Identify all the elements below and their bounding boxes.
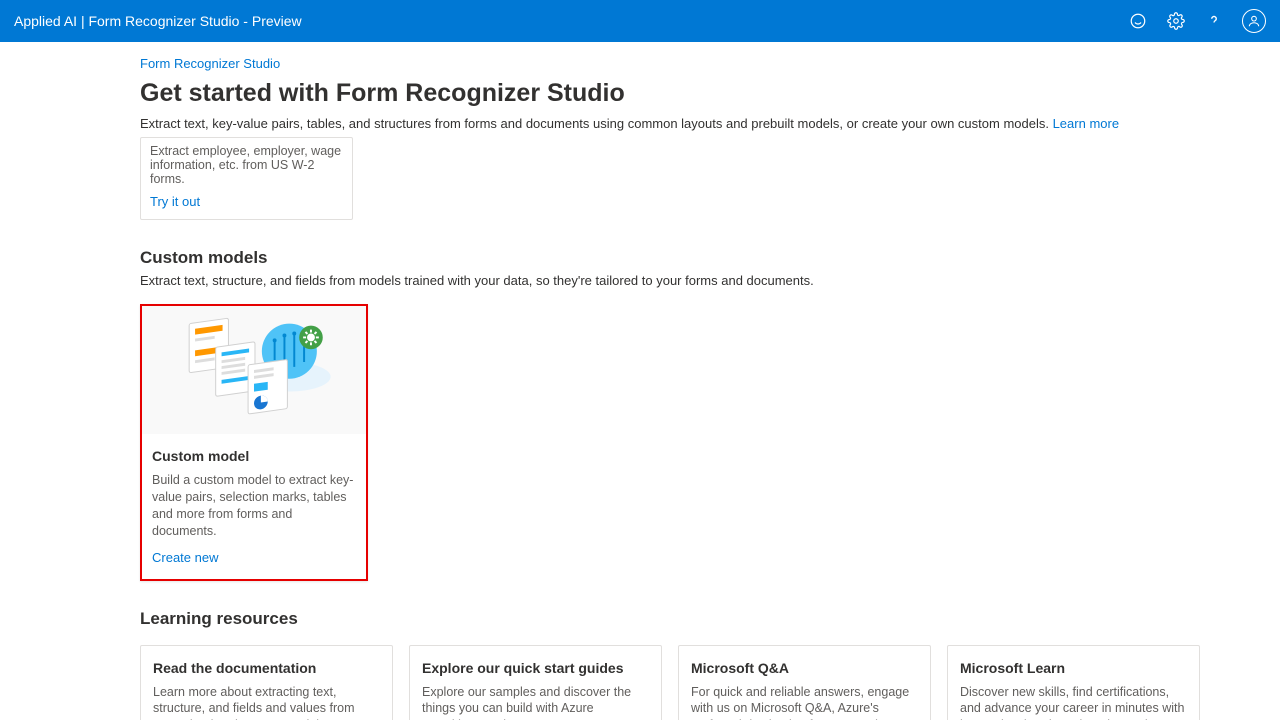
help-icon[interactable]	[1204, 11, 1224, 31]
resource-card-documentation: Read the documentation Learn more about …	[140, 645, 393, 720]
learning-resources-title: Learning resources	[140, 609, 1200, 629]
app-header: Applied AI | Form Recognizer Studio - Pr…	[0, 0, 1280, 42]
account-icon[interactable]	[1242, 9, 1266, 33]
feedback-icon[interactable]	[1128, 11, 1148, 31]
page-subtitle: Extract text, key-value pairs, tables, a…	[140, 116, 1200, 131]
w2-card: Extract employee, employer, wage informa…	[140, 137, 353, 220]
resource-card-quickstart: Explore our quick start guides Explore o…	[409, 645, 662, 720]
settings-icon[interactable]	[1166, 11, 1186, 31]
app-title: Applied AI | Form Recognizer Studio - Pr…	[14, 13, 302, 29]
learning-resources-row: Read the documentation Learn more about …	[140, 645, 1200, 720]
learn-more-link[interactable]: Learn more	[1053, 116, 1119, 131]
resource-card-mslearn: Microsoft Learn Discover new skills, fin…	[947, 645, 1200, 720]
breadcrumb-link[interactable]: Form Recognizer Studio	[140, 56, 280, 71]
custom-models-title: Custom models	[140, 248, 1200, 268]
w2-tryout-link[interactable]: Try it out	[150, 194, 200, 209]
w2-card-desc: Extract employee, employer, wage informa…	[150, 144, 343, 186]
custom-model-card[interactable]: Custom model Build a custom model to ext…	[140, 304, 368, 581]
custom-model-title: Custom model	[152, 448, 356, 464]
custom-models-subtitle: Extract text, structure, and fields from…	[140, 273, 1200, 288]
main-scroll[interactable]: Form Recognizer Studio Get started with …	[0, 42, 1280, 720]
resource-card-qna: Microsoft Q&A For quick and reliable ans…	[678, 645, 931, 720]
custom-model-desc: Build a custom model to extract key-valu…	[152, 472, 356, 540]
page-title: Get started with Form Recognizer Studio	[140, 79, 1200, 108]
custom-model-illustration	[142, 306, 366, 434]
header-actions	[1128, 9, 1266, 33]
create-new-link[interactable]: Create new	[152, 550, 218, 565]
breadcrumb: Form Recognizer Studio	[140, 56, 1200, 71]
